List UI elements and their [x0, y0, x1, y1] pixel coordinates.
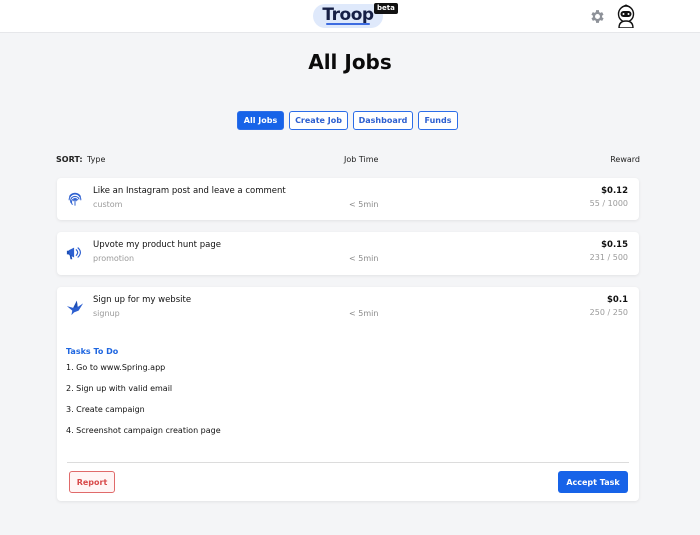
job-time: < 5min — [349, 309, 379, 318]
tab-funds[interactable]: Funds — [418, 111, 458, 130]
job-type: custom — [93, 200, 123, 209]
job-card[interactable]: Upvote my product hunt page promotion < … — [57, 232, 639, 275]
sort-label: SORT: — [56, 155, 83, 164]
task-item: 3. Create campaign — [66, 405, 145, 414]
megaphone-icon — [66, 247, 81, 260]
job-time: < 5min — [349, 254, 379, 263]
accept-task-button[interactable]: Accept Task — [558, 471, 628, 493]
sort-type[interactable]: Type — [87, 155, 105, 164]
task-item: 2. Sign up with valid email — [66, 384, 173, 393]
sort-reward[interactable]: Reward — [610, 155, 640, 164]
job-title: Sign up for my website — [93, 295, 192, 305]
job-title: Upvote my product hunt page — [93, 240, 221, 250]
job-reward: $0.15 — [601, 240, 628, 250]
job-card[interactable]: Like an Instagram post and leave a comme… — [57, 178, 639, 220]
troop-logo[interactable]: Troop — [313, 4, 383, 28]
task-item: 4. Screenshot campaign creation page — [66, 426, 221, 435]
task-item: 1. Go to www.Spring.app — [66, 363, 166, 372]
report-button[interactable]: Report — [69, 471, 115, 493]
job-type: signup — [93, 309, 120, 318]
fingerprint-icon — [68, 192, 82, 206]
gear-icon[interactable] — [589, 8, 606, 25]
job-count: 231 / 500 — [589, 253, 628, 262]
bird-icon — [66, 300, 84, 316]
tab-create-job[interactable]: Create Job — [289, 111, 348, 130]
divider — [67, 462, 629, 463]
astronaut-avatar-icon[interactable] — [616, 4, 636, 28]
top-bar: Troop beta — [0, 0, 700, 33]
page-title: All Jobs — [308, 50, 392, 74]
tab-dashboard[interactable]: Dashboard — [353, 111, 413, 130]
tab-bar: All Jobs Create Job Dashboard Funds — [0, 111, 700, 130]
beta-badge: beta — [374, 3, 398, 14]
job-title: Like an Instagram post and leave a comme… — [93, 186, 286, 196]
job-reward: $0.1 — [607, 295, 628, 305]
tab-all-jobs[interactable]: All Jobs — [237, 111, 284, 130]
job-count: 55 / 1000 — [589, 199, 628, 208]
job-time: < 5min — [349, 200, 379, 209]
job-type: promotion — [93, 254, 135, 263]
logo-text: Troop — [322, 5, 374, 25]
tasks-heading: Tasks To Do — [66, 347, 119, 356]
job-card-expanded[interactable]: Sign up for my website signup < 5min $0.… — [57, 287, 639, 501]
job-count: 250 / 250 — [589, 308, 628, 317]
job-reward: $0.12 — [601, 186, 628, 196]
sort-header: SORT: Type Job Time Reward — [56, 155, 640, 167]
logo-underline — [326, 23, 370, 25]
sort-job-time[interactable]: Job Time — [344, 155, 378, 164]
